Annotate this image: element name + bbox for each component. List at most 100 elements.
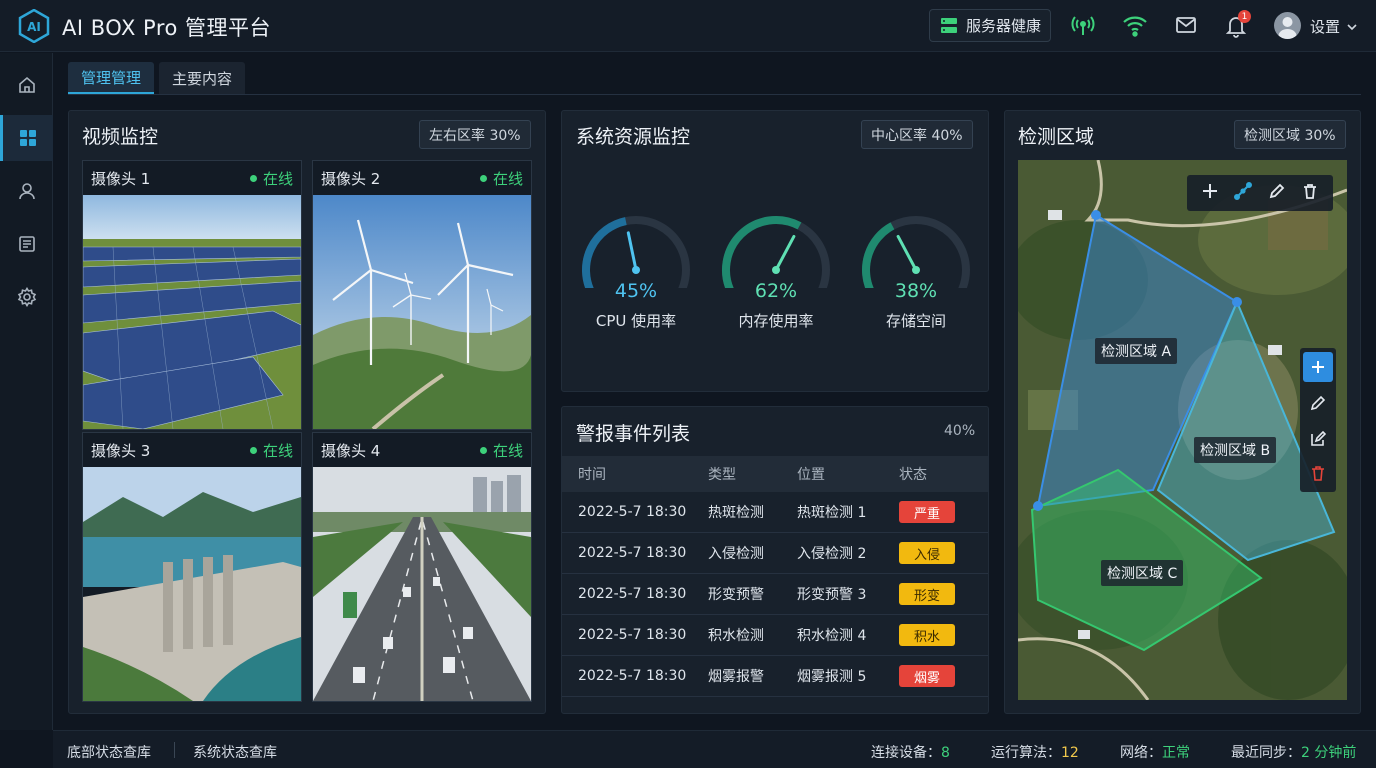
camera-feed-dam[interactable]	[83, 467, 301, 701]
tab-main-content[interactable]: 主要内容	[159, 62, 246, 94]
app-title: AI BOX Pro 管理平台	[62, 16, 272, 40]
gauge-hub	[772, 266, 780, 274]
col-status: 状态	[899, 467, 927, 483]
cpu-label: CPU 使用率	[595, 312, 677, 330]
status-footer: 底部状态查库 系统状态查库 连接设备：8 运行算法：12 网络：正常 最近同步：…	[53, 730, 1376, 768]
mail-icon[interactable]	[1175, 14, 1199, 38]
sidebar-item-user[interactable]	[0, 168, 53, 214]
footer-link-system-status[interactable]: 系统状态查库	[193, 742, 277, 762]
zone-label-c[interactable]: 检测区域 C	[1101, 560, 1184, 586]
col-time: 时间	[578, 467, 606, 483]
camera-name: 摄像头 4	[321, 441, 381, 460]
devices-status: 连接设备：8	[871, 742, 950, 762]
trash-icon[interactable]	[1301, 182, 1319, 204]
sidebar-item-settings[interactable]	[0, 274, 53, 320]
row-time: 2022-5-7 18:30	[578, 504, 687, 520]
table-row[interactable]: 2022-5-7 18:30 热斑检测 热斑检测 1 严重	[562, 492, 988, 533]
col-location: 位置	[797, 467, 825, 483]
logo-text: AI	[27, 20, 41, 34]
server-icon	[941, 17, 957, 33]
edit-shape-button[interactable]	[1303, 424, 1333, 454]
gauge-fill	[582, 217, 627, 295]
table-row[interactable]: 2022-5-7 18:30 形变预警 形变预警 3 形变	[562, 574, 988, 615]
camera-status-text: 在线	[262, 169, 293, 188]
signal-tower-icon[interactable]	[1071, 14, 1095, 38]
add-zone-button[interactable]	[1303, 352, 1333, 382]
sidebar-item-reports[interactable]	[0, 221, 53, 267]
chevron-down-icon[interactable]	[1346, 18, 1358, 31]
add-icon	[1312, 361, 1324, 373]
camera-feed-highway[interactable]	[313, 467, 531, 701]
row-type: 烟雾报警	[708, 669, 764, 685]
row-type: 入侵检测	[708, 546, 764, 562]
row-location: 形变预警 3	[797, 587, 867, 603]
detection-panel-chip[interactable]: 检测区域 30%	[1234, 120, 1346, 149]
status-dot-icon	[479, 174, 487, 182]
camera-status-text: 在线	[262, 441, 293, 460]
document-icon	[18, 236, 35, 252]
algorithms-label: 运行算法：	[991, 745, 1061, 761]
notification-badge: 1	[1238, 10, 1251, 23]
camera-name: 摄像头 2	[321, 169, 381, 188]
gauge-needle	[774, 234, 796, 272]
add-icon[interactable]	[1201, 182, 1219, 204]
storage-value: 38%	[894, 280, 938, 302]
gauge-needle	[896, 234, 918, 272]
table-row[interactable]: 2022-5-7 18:30 烟雾报警 烟雾报测 5 烟雾	[562, 656, 988, 697]
avatar[interactable]	[1274, 12, 1301, 39]
footer-link-bottom-status[interactable]: 底部状态查库	[67, 742, 151, 762]
satellite-map[interactable]	[1018, 160, 1347, 700]
delete-zone-button[interactable]	[1303, 458, 1333, 488]
camera-status-text: 在线	[492, 169, 523, 188]
devices-label: 连接设备：	[871, 745, 941, 761]
wifi-icon[interactable]	[1122, 14, 1147, 38]
pencil-icon[interactable]	[1268, 182, 1286, 204]
col-type: 类型	[708, 467, 736, 483]
sidebar	[0, 53, 53, 730]
camera-card-3[interactable]: 摄像头 3 在线	[82, 432, 302, 702]
camera-card-2[interactable]: 摄像头 2 在线	[312, 160, 532, 430]
edit-square-icon	[1311, 431, 1326, 446]
camera-card-4[interactable]: 摄像头 4 在线	[312, 432, 532, 702]
zone-label-a[interactable]: 检测区域 A	[1095, 338, 1178, 364]
tab-management[interactable]: 管理管理	[68, 62, 155, 94]
gauge-hub	[632, 266, 640, 274]
sync-value: 2 分钟前	[1301, 745, 1357, 761]
map-toolbar	[1187, 175, 1333, 211]
row-location: 积水检测 4	[797, 628, 867, 644]
grid-icon	[20, 130, 36, 146]
settings-label[interactable]: 设置	[1310, 16, 1340, 37]
row-location: 入侵检测 2	[797, 546, 867, 562]
status-badge: 严重	[899, 501, 955, 523]
table-row[interactable]: 2022-5-7 18:30 积水检测 积水检测 4 积水	[562, 615, 988, 656]
video-panel-chip[interactable]: 左右区率 30%	[419, 120, 531, 149]
camera-status: 在线	[479, 440, 523, 461]
camera-feed-solar-panels[interactable]	[83, 195, 301, 429]
status-badge: 积水	[899, 624, 955, 646]
memory-gauge: 62% 内存使用率	[716, 208, 836, 338]
zone-label-b[interactable]: 检测区域 B	[1194, 437, 1277, 463]
row-type: 积水检测	[708, 628, 764, 644]
gear-icon	[17, 287, 36, 307]
camera-feed-wind-turbines[interactable]	[313, 195, 531, 429]
status-dot-icon	[479, 446, 487, 454]
gauge-fill	[862, 222, 895, 295]
row-location: 烟雾报测 5	[797, 669, 867, 685]
footer-divider	[174, 742, 175, 758]
sidebar-item-dashboard[interactable]	[0, 115, 53, 161]
table-row[interactable]: 2022-5-7 18:30 入侵检测 入侵检测 2 入侵	[562, 533, 988, 574]
detection-panel-title: 检测区域	[1018, 126, 1095, 148]
edit-zone-button[interactable]	[1303, 388, 1333, 418]
sidebar-item-home[interactable]	[0, 62, 53, 108]
alerts-table-header: 时间 类型 位置 状态	[562, 456, 988, 492]
camera-card-1[interactable]: 摄像头 1 在线	[82, 160, 302, 430]
camera-status-text: 在线	[492, 441, 523, 460]
resource-panel-chip[interactable]: 中心区率 40%	[861, 120, 973, 149]
top-bar: AI AI BOX Pro 管理平台 服务器健康 1 设置	[0, 0, 1376, 52]
server-health-button[interactable]: 服务器健康	[929, 9, 1051, 42]
status-badge: 入侵	[899, 542, 955, 564]
draw-polygon-icon[interactable]	[1234, 182, 1253, 204]
row-time: 2022-5-7 18:30	[578, 627, 687, 643]
network-value: 正常	[1162, 745, 1190, 761]
map-side-toolbar	[1300, 348, 1336, 492]
